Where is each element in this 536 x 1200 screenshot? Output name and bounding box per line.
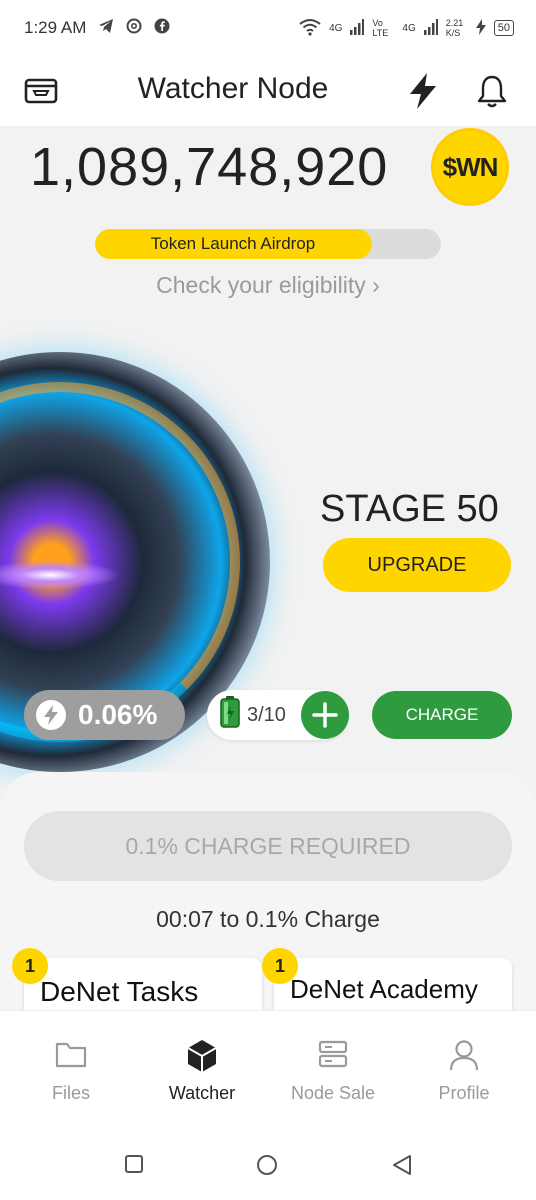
wifi-icon [299,18,321,39]
battery-indicator: 50 [493,20,514,36]
charge-required-button[interactable]: 0.1% CHARGE REQUIRED [24,811,512,881]
charge-button[interactable]: CHARGE [372,691,512,739]
facebook-icon [154,18,170,39]
nav-profile-label: Profile [438,1083,490,1103]
telegram-icon [98,18,114,39]
mining-percent: 0.06% [78,699,158,730]
academy-count-badge: 1 [262,948,298,984]
signal-icon-2 [423,18,438,38]
recents-square-icon[interactable] [124,1154,144,1179]
server-icon [266,1039,400,1073]
charge-countdown: 00:07 to 0.1% Charge [156,906,380,932]
charging-icon [475,18,486,38]
tasks-count-badge: 1 [12,948,48,984]
stage-label: STAGE 50 [320,488,499,530]
clock: 1:29 AM [24,18,87,37]
volte-label: Vo LTE [372,18,389,38]
battery-icon [219,696,241,734]
nav-watcher-label: Watcher [168,1083,236,1103]
mining-percent-pill: 0.06% [24,690,185,740]
status-bar: 1:29 AM 4G Vo LTE 4G 2.21 K/S 50 [0,0,536,56]
app-bar: Watcher Node [0,56,536,126]
bell-icon[interactable] [476,74,508,113]
app-screen: 1:29 AM 4G Vo LTE 4G 2.21 K/S 50 Watcher… [0,0,536,1200]
bottom-navigation: Files Watcher Node Sale Profile [0,1010,536,1130]
speed-label: 2.21 K/S [445,18,464,38]
threads-icon [126,18,142,39]
upgrade-button[interactable]: UPGRADE [323,538,511,592]
nav-watcher[interactable]: Watcher [135,1039,269,1104]
home-circle-icon[interactable] [256,1154,278,1181]
system-navigation-bar [0,1130,536,1200]
energy-count: 3/10 [247,703,286,726]
token-balance: 1,089,748,920 [30,137,389,197]
nav-files[interactable]: Files [4,1039,138,1104]
nav-files-label: Files [51,1083,90,1103]
network-label-2: 4G [402,22,416,34]
eligibility-link[interactable]: Check your eligibility › [0,272,536,299]
airdrop-progress-bar[interactable]: Token Launch Airdrop [95,229,441,259]
lightning-icon[interactable] [406,72,440,115]
person-icon [397,1039,531,1073]
signal-icon [350,18,365,38]
network-label-1: 4G [329,22,343,34]
nav-profile[interactable]: Profile [397,1039,531,1104]
add-energy-button[interactable] [301,691,349,739]
cube-icon [135,1039,269,1073]
token-coin-badge: $WN [431,128,509,206]
airdrop-label: Token Launch Airdrop [150,234,316,253]
token-symbol: $WN [442,151,499,182]
nav-node-sale[interactable]: Node Sale [266,1039,400,1104]
page-title: Watcher Node [137,72,329,105]
nav-node-sale-label: Node Sale [290,1083,376,1103]
back-triangle-icon[interactable] [391,1154,413,1181]
folder-icon [4,1039,138,1073]
lightning-circle-icon [36,700,66,730]
